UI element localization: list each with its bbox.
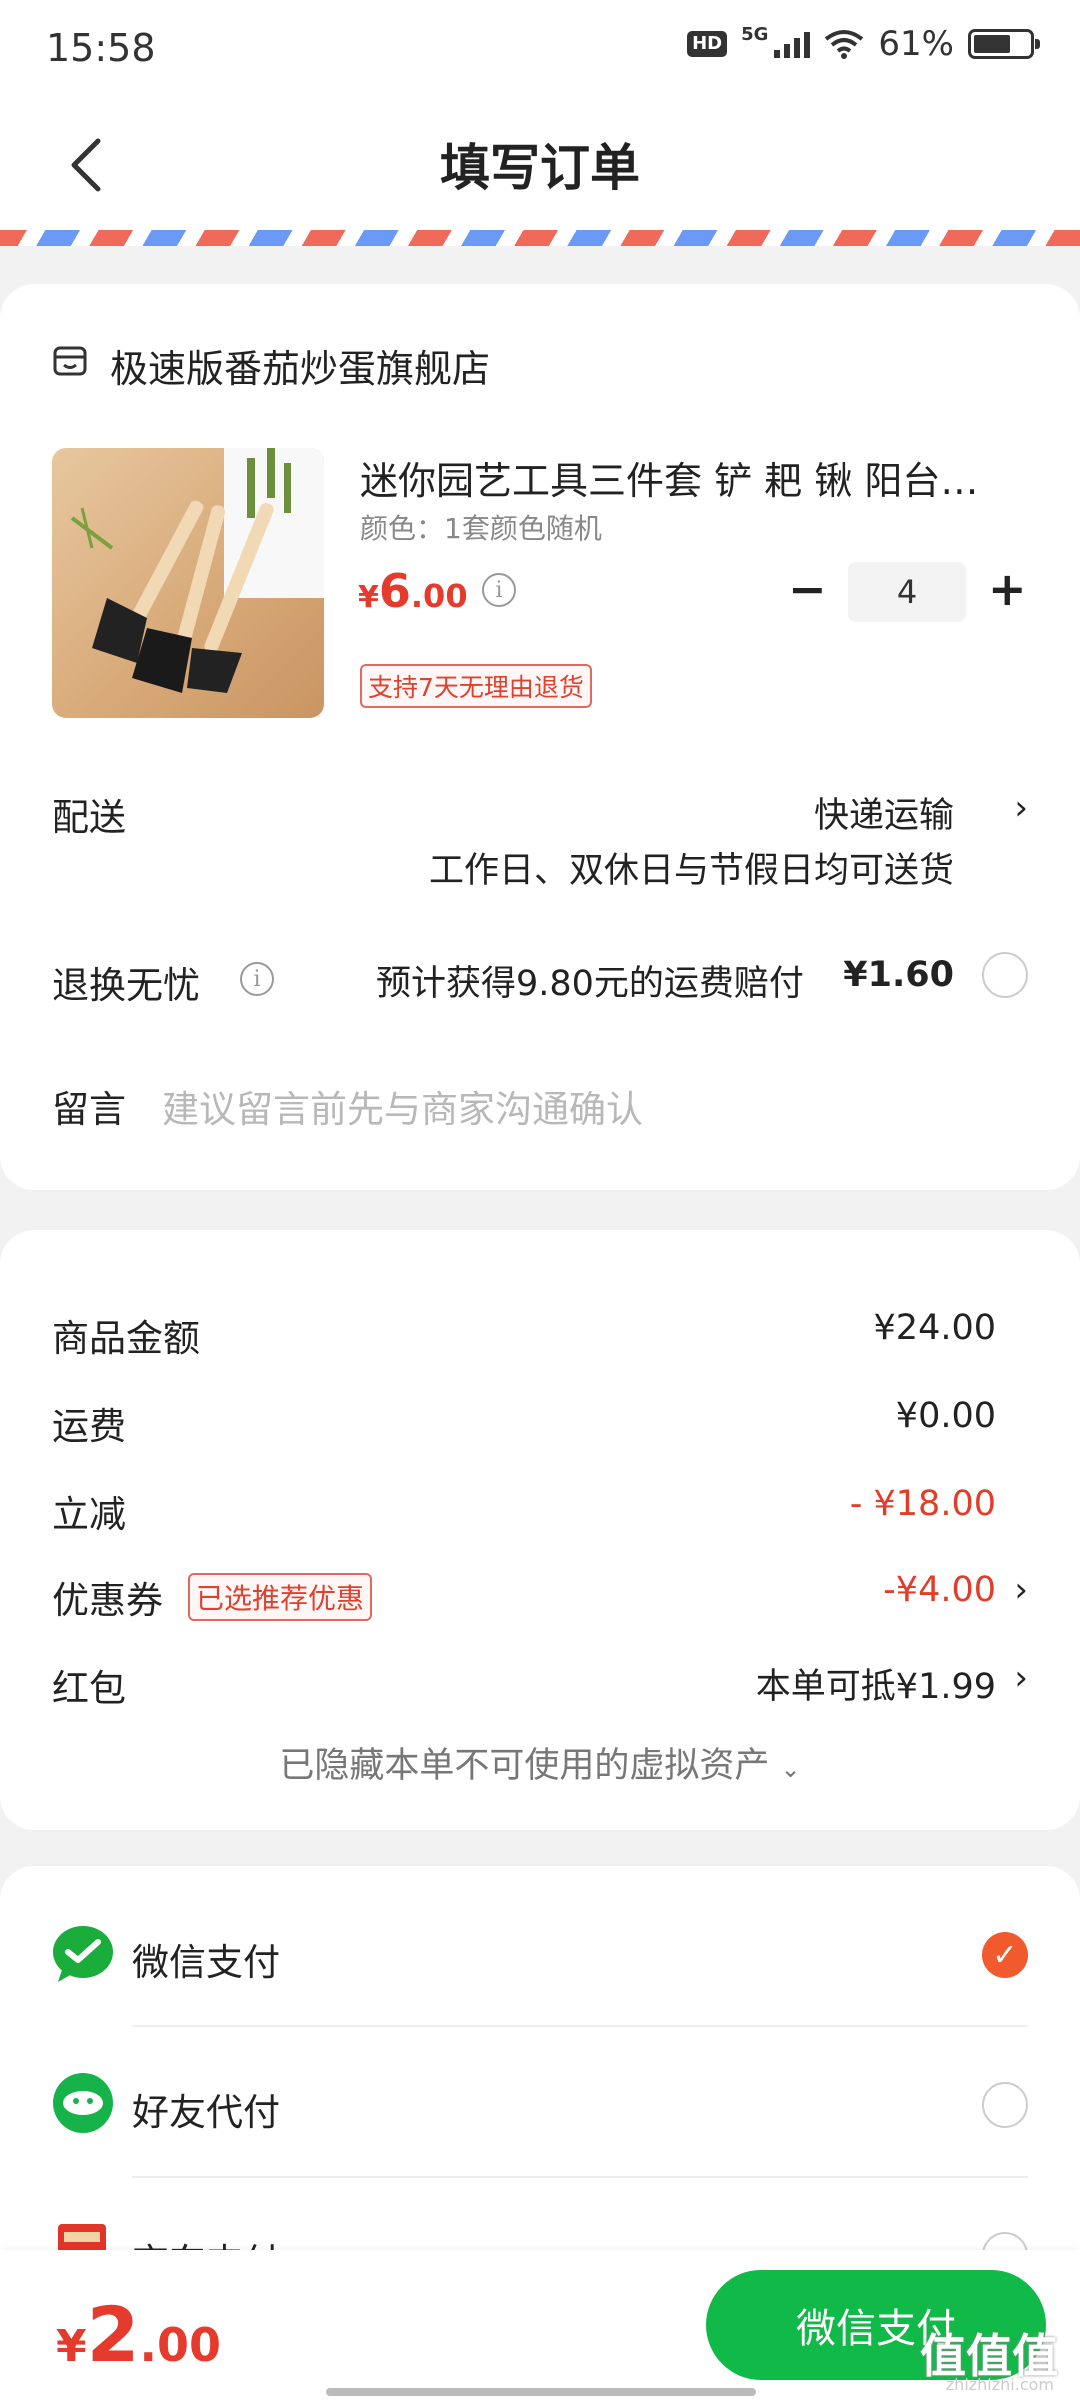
payment-divider [132,2025,1028,2027]
price-info-icon[interactable]: i [482,573,516,607]
product-spec: 颜色：1套颜色随机 [360,512,602,545]
nav-header: 填写订单 [0,100,1080,230]
message-label: 留言 [52,1088,126,1131]
message-input[interactable]: 建议留言前先与商家沟通确认 [162,1079,643,1133]
hidden-assets-text: 已隐藏本单不可使用的虚拟资产 [279,1746,770,1786]
quantity-increase-button[interactable]: + [988,566,1027,612]
shipping-value: ¥0.00 [895,1396,996,1436]
return-policy-tag: 支持7天无理由退货 [360,664,592,708]
page-title: 填写订单 [440,139,640,197]
price-integer: 6 [378,564,411,618]
delivery-note: 工作日、双休日与节假日均可送货 [428,851,954,891]
return-worry-free-desc: 预计获得9.80元的运费赔付 [376,964,804,1004]
hidden-assets-toggle[interactable]: 已隐藏本单不可使用的虚拟资产 ⌄ [0,1737,1080,1788]
total-price: ¥2.00 [56,2290,221,2379]
home-indicator[interactable] [326,2388,756,2396]
coupon-chevron-icon[interactable]: › [1014,1570,1028,1610]
store-icon [53,346,87,376]
price-currency: ¥ [358,580,379,615]
network-label: 5G [741,23,769,45]
return-worry-free-price: ¥1.60 [843,955,954,995]
coupon-recommended-tag: 已选推荐优惠 [188,1573,373,1621]
status-icons: HD 5G 61% [687,23,1040,64]
payment-radio[interactable] [982,2082,1028,2128]
payment-divider [132,2176,1028,2178]
quantity-value[interactable]: 4 [848,562,966,622]
store-name[interactable]: 极速版番茄炒蛋旗舰店 [110,338,490,393]
hd-icon: HD [687,31,728,57]
red-packet-chevron-icon[interactable]: › [1014,1658,1028,1698]
goods-amount-value: ¥24.00 [873,1308,996,1348]
payment-method-wechat[interactable]: 微信支付 ✓ [0,1900,1080,2010]
product-image[interactable] [52,448,324,718]
return-info-icon[interactable]: i [240,962,274,996]
goods-amount-label: 商品金额 [52,1317,200,1360]
red-packet-value[interactable]: 本单可抵¥1.99 [756,1658,996,1709]
wechat-pay-icon [53,1926,113,1982]
return-worry-free-label: 退换无忧 [52,964,200,1007]
watermark-url: zhizhizhi.com [945,2375,1054,2394]
total-currency: ¥ [56,2321,87,2372]
payment-radio-selected[interactable]: ✓ [982,1932,1028,1978]
price-decimal: .00 [410,577,468,615]
status-time: 15:58 [46,26,156,70]
delivery-label: 配送 [52,796,126,839]
product-name[interactable]: 迷你园艺工具三件套 铲 耙 锹 阳台… [360,450,1000,505]
payment-method-label: 微信支付 [132,1941,280,1984]
shipping-label: 运费 [52,1405,126,1448]
red-packet-label: 红包 [52,1667,126,1710]
delivery-chevron-icon[interactable]: › [1014,788,1028,828]
delivery-method[interactable]: 快递运输 [814,787,954,838]
payment-method-friend[interactable]: 好友代付 [0,2050,1080,2160]
product-price: ¥6.00 [358,564,468,618]
battery-icon [968,29,1040,59]
status-bar: 15:58 HD 5G 61% [0,0,1080,100]
discount-value: - ¥18.00 [849,1484,996,1524]
return-worry-free-radio[interactable] [982,952,1028,998]
signal-icon [774,30,811,58]
chevron-down-icon: ⌄ [780,1755,801,1783]
order-card [0,284,1080,1190]
address-border-decoration [0,230,1080,246]
total-decimal: .00 [139,2318,222,2372]
friend-pay-icon [53,2073,113,2133]
battery-percent: 61% [878,24,954,64]
wifi-icon [825,30,864,59]
discount-label: 立减 [52,1493,126,1536]
total-integer: 2 [86,2290,140,2379]
quantity-decrease-button[interactable]: − [788,566,827,612]
coupon-label: 优惠券 [52,1579,163,1622]
payment-method-label: 好友代付 [132,2091,280,2134]
coupon-value[interactable]: -¥4.00 [883,1570,996,1610]
